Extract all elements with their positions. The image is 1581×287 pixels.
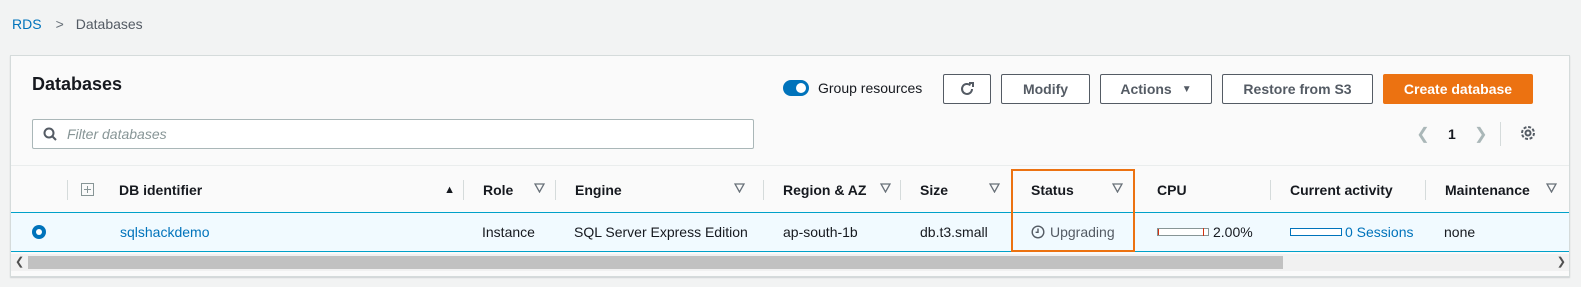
column-header-current-activity[interactable]: Current activity xyxy=(1290,166,1420,213)
breadcrumb-separator: > xyxy=(55,16,64,32)
filter-icon[interactable] xyxy=(1546,183,1557,193)
sessions-bar xyxy=(1290,228,1342,236)
db-identifier-link[interactable]: sqlshackdemo xyxy=(120,224,210,240)
column-header-engine[interactable]: Engine xyxy=(575,166,755,213)
current-activity-cell: 0 Sessions xyxy=(1290,213,1413,251)
filter-icon[interactable] xyxy=(734,183,745,193)
column-divider xyxy=(1270,180,1271,200)
filter-databases-input[interactable] xyxy=(67,126,753,142)
region-az-cell: ap-south-1b xyxy=(783,224,858,240)
column-header-status[interactable]: Status xyxy=(1031,166,1123,213)
cpu-usage-bar xyxy=(1157,228,1209,236)
sessions-link[interactable]: 0 Sessions xyxy=(1345,224,1413,240)
maintenance-cell: none xyxy=(1444,224,1476,240)
column-divider xyxy=(763,180,764,200)
group-resources-toggle[interactable] xyxy=(783,80,809,96)
column-header-region-az[interactable]: Region & AZ xyxy=(783,166,891,213)
column-divider xyxy=(900,180,901,200)
modify-button[interactable]: Modify xyxy=(1001,74,1090,104)
expand-all-cell xyxy=(81,166,94,213)
status-badge: Upgrading xyxy=(1031,224,1115,240)
pager-divider xyxy=(1500,122,1501,146)
column-header-maintenance[interactable]: Maintenance xyxy=(1445,166,1557,213)
expand-icon[interactable] xyxy=(81,183,94,196)
create-database-button[interactable]: Create database xyxy=(1383,74,1533,104)
column-divider xyxy=(67,180,68,200)
filter-icon[interactable] xyxy=(534,183,545,193)
column-header-role[interactable]: Role xyxy=(483,166,555,213)
column-label: Engine xyxy=(575,181,622,198)
column-label: Role xyxy=(483,181,514,198)
db-identifier-cell: sqlshackdemo xyxy=(120,213,210,251)
breadcrumb-current: Databases xyxy=(75,16,143,32)
column-divider xyxy=(463,180,464,200)
column-header-db-identifier[interactable]: DB identifier ▲ xyxy=(119,166,455,213)
engine-cell: SQL Server Express Edition xyxy=(574,224,748,240)
table-row[interactable]: sqlshackdemo Instance SQL Server Express… xyxy=(11,212,1569,252)
column-label: Region & AZ xyxy=(783,181,867,198)
cpu-usage-fill xyxy=(1158,229,1159,235)
pagination: ❮ 1 ❯ xyxy=(1416,124,1488,144)
role-cell: Instance xyxy=(482,224,535,240)
filter-icon[interactable] xyxy=(1112,183,1123,193)
table-header-row: DB identifier ▲ Role Engine Region & AZ … xyxy=(11,165,1569,213)
horizontal-scrollbar[interactable]: ❮ ❯ xyxy=(11,254,1569,271)
cpu-cell: 2.00% xyxy=(1157,213,1253,251)
clock-icon xyxy=(1031,225,1045,239)
refresh-button[interactable] xyxy=(943,74,991,104)
column-label: Status xyxy=(1031,181,1074,198)
search-box xyxy=(32,119,754,149)
chevron-right-icon[interactable]: ❯ xyxy=(1474,124,1488,144)
column-header-cpu[interactable]: CPU xyxy=(1157,166,1257,213)
breadcrumb-rds-link[interactable]: RDS xyxy=(12,16,42,32)
column-label: Maintenance xyxy=(1445,181,1530,198)
gear-icon[interactable] xyxy=(1519,124,1537,142)
group-resources-toggle-wrap: Group resources xyxy=(783,80,922,96)
chevron-left-icon[interactable]: ❮ xyxy=(1416,124,1430,144)
scroll-left-icon[interactable]: ❮ xyxy=(15,255,24,268)
radio-selected-icon[interactable] xyxy=(32,225,46,239)
cpu-threshold-mark xyxy=(1203,228,1204,236)
restore-from-s3-button[interactable]: Restore from S3 xyxy=(1222,74,1373,104)
row-select-cell xyxy=(32,213,46,251)
filter-icon[interactable] xyxy=(880,183,891,193)
breadcrumb: RDS > Databases xyxy=(12,16,143,32)
status-text: Upgrading xyxy=(1050,224,1115,240)
refresh-icon xyxy=(961,82,974,95)
caret-down-icon: ▼ xyxy=(1181,83,1192,95)
scrollbar-thumb[interactable] xyxy=(28,256,1283,269)
column-label: DB identifier xyxy=(119,181,203,198)
group-resources-label: Group resources xyxy=(818,80,923,96)
actions-button[interactable]: Actions ▼ xyxy=(1100,74,1212,104)
column-label: Size xyxy=(920,181,949,198)
column-label: CPU xyxy=(1157,181,1187,198)
current-page-number[interactable]: 1 xyxy=(1448,126,1456,142)
column-divider xyxy=(555,180,556,200)
scroll-right-icon[interactable]: ❯ xyxy=(1557,255,1566,268)
column-label: Current activity xyxy=(1290,181,1393,198)
panel-title: Databases xyxy=(32,74,123,94)
status-cell: Upgrading xyxy=(1031,213,1115,251)
sort-ascending-icon: ▲ xyxy=(444,183,455,196)
size-cell: db.t3.small xyxy=(920,224,988,240)
column-divider xyxy=(1425,180,1426,200)
search-icon xyxy=(43,127,57,141)
actions-label: Actions xyxy=(1120,81,1172,97)
cpu-value: 2.00% xyxy=(1213,224,1253,240)
databases-panel: Databases Group resources Modify Actions… xyxy=(10,55,1570,277)
column-header-size[interactable]: Size xyxy=(920,166,1000,213)
filter-icon[interactable] xyxy=(989,183,1000,193)
